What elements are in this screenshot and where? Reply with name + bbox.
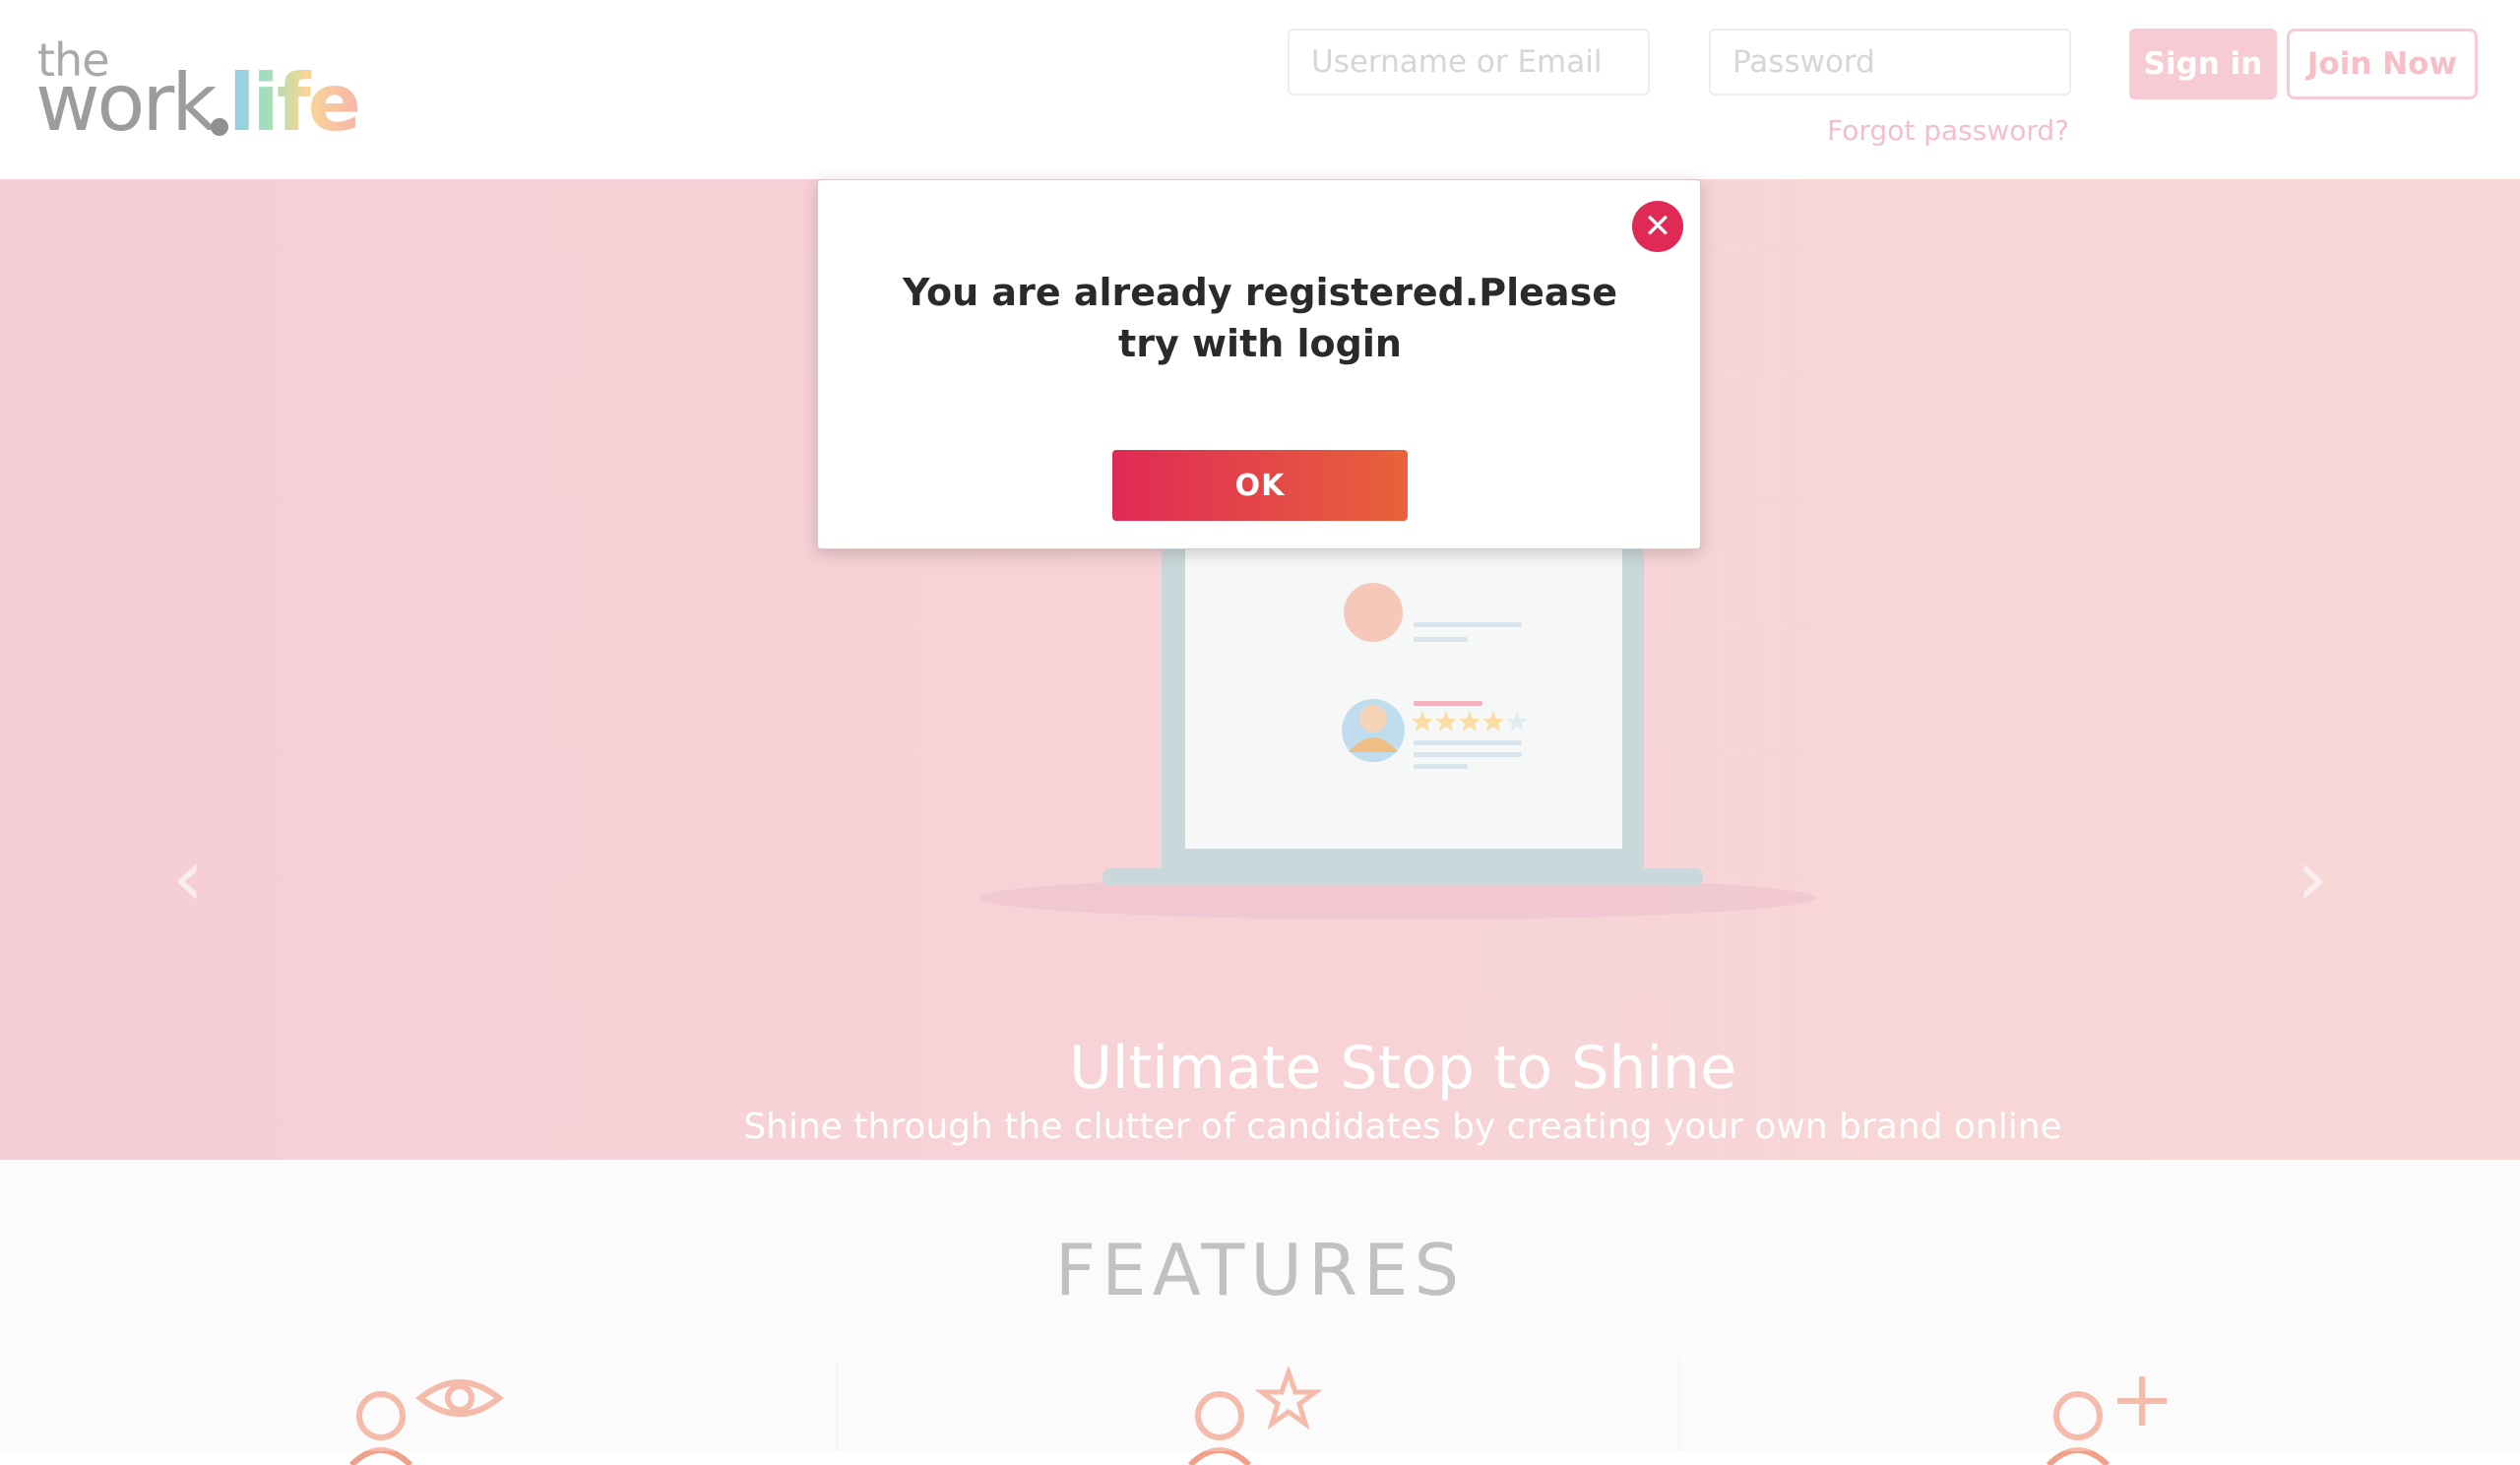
modal-message: You are already registered.Please try wi… bbox=[903, 271, 1617, 365]
ok-button[interactable]: OK bbox=[1112, 450, 1408, 521]
close-icon[interactable]: ✕ bbox=[1632, 201, 1683, 252]
alert-modal: ✕ You are already registered.Please try … bbox=[817, 179, 1701, 549]
page: the work life Forgot password? Sign in J… bbox=[0, 0, 2520, 1465]
